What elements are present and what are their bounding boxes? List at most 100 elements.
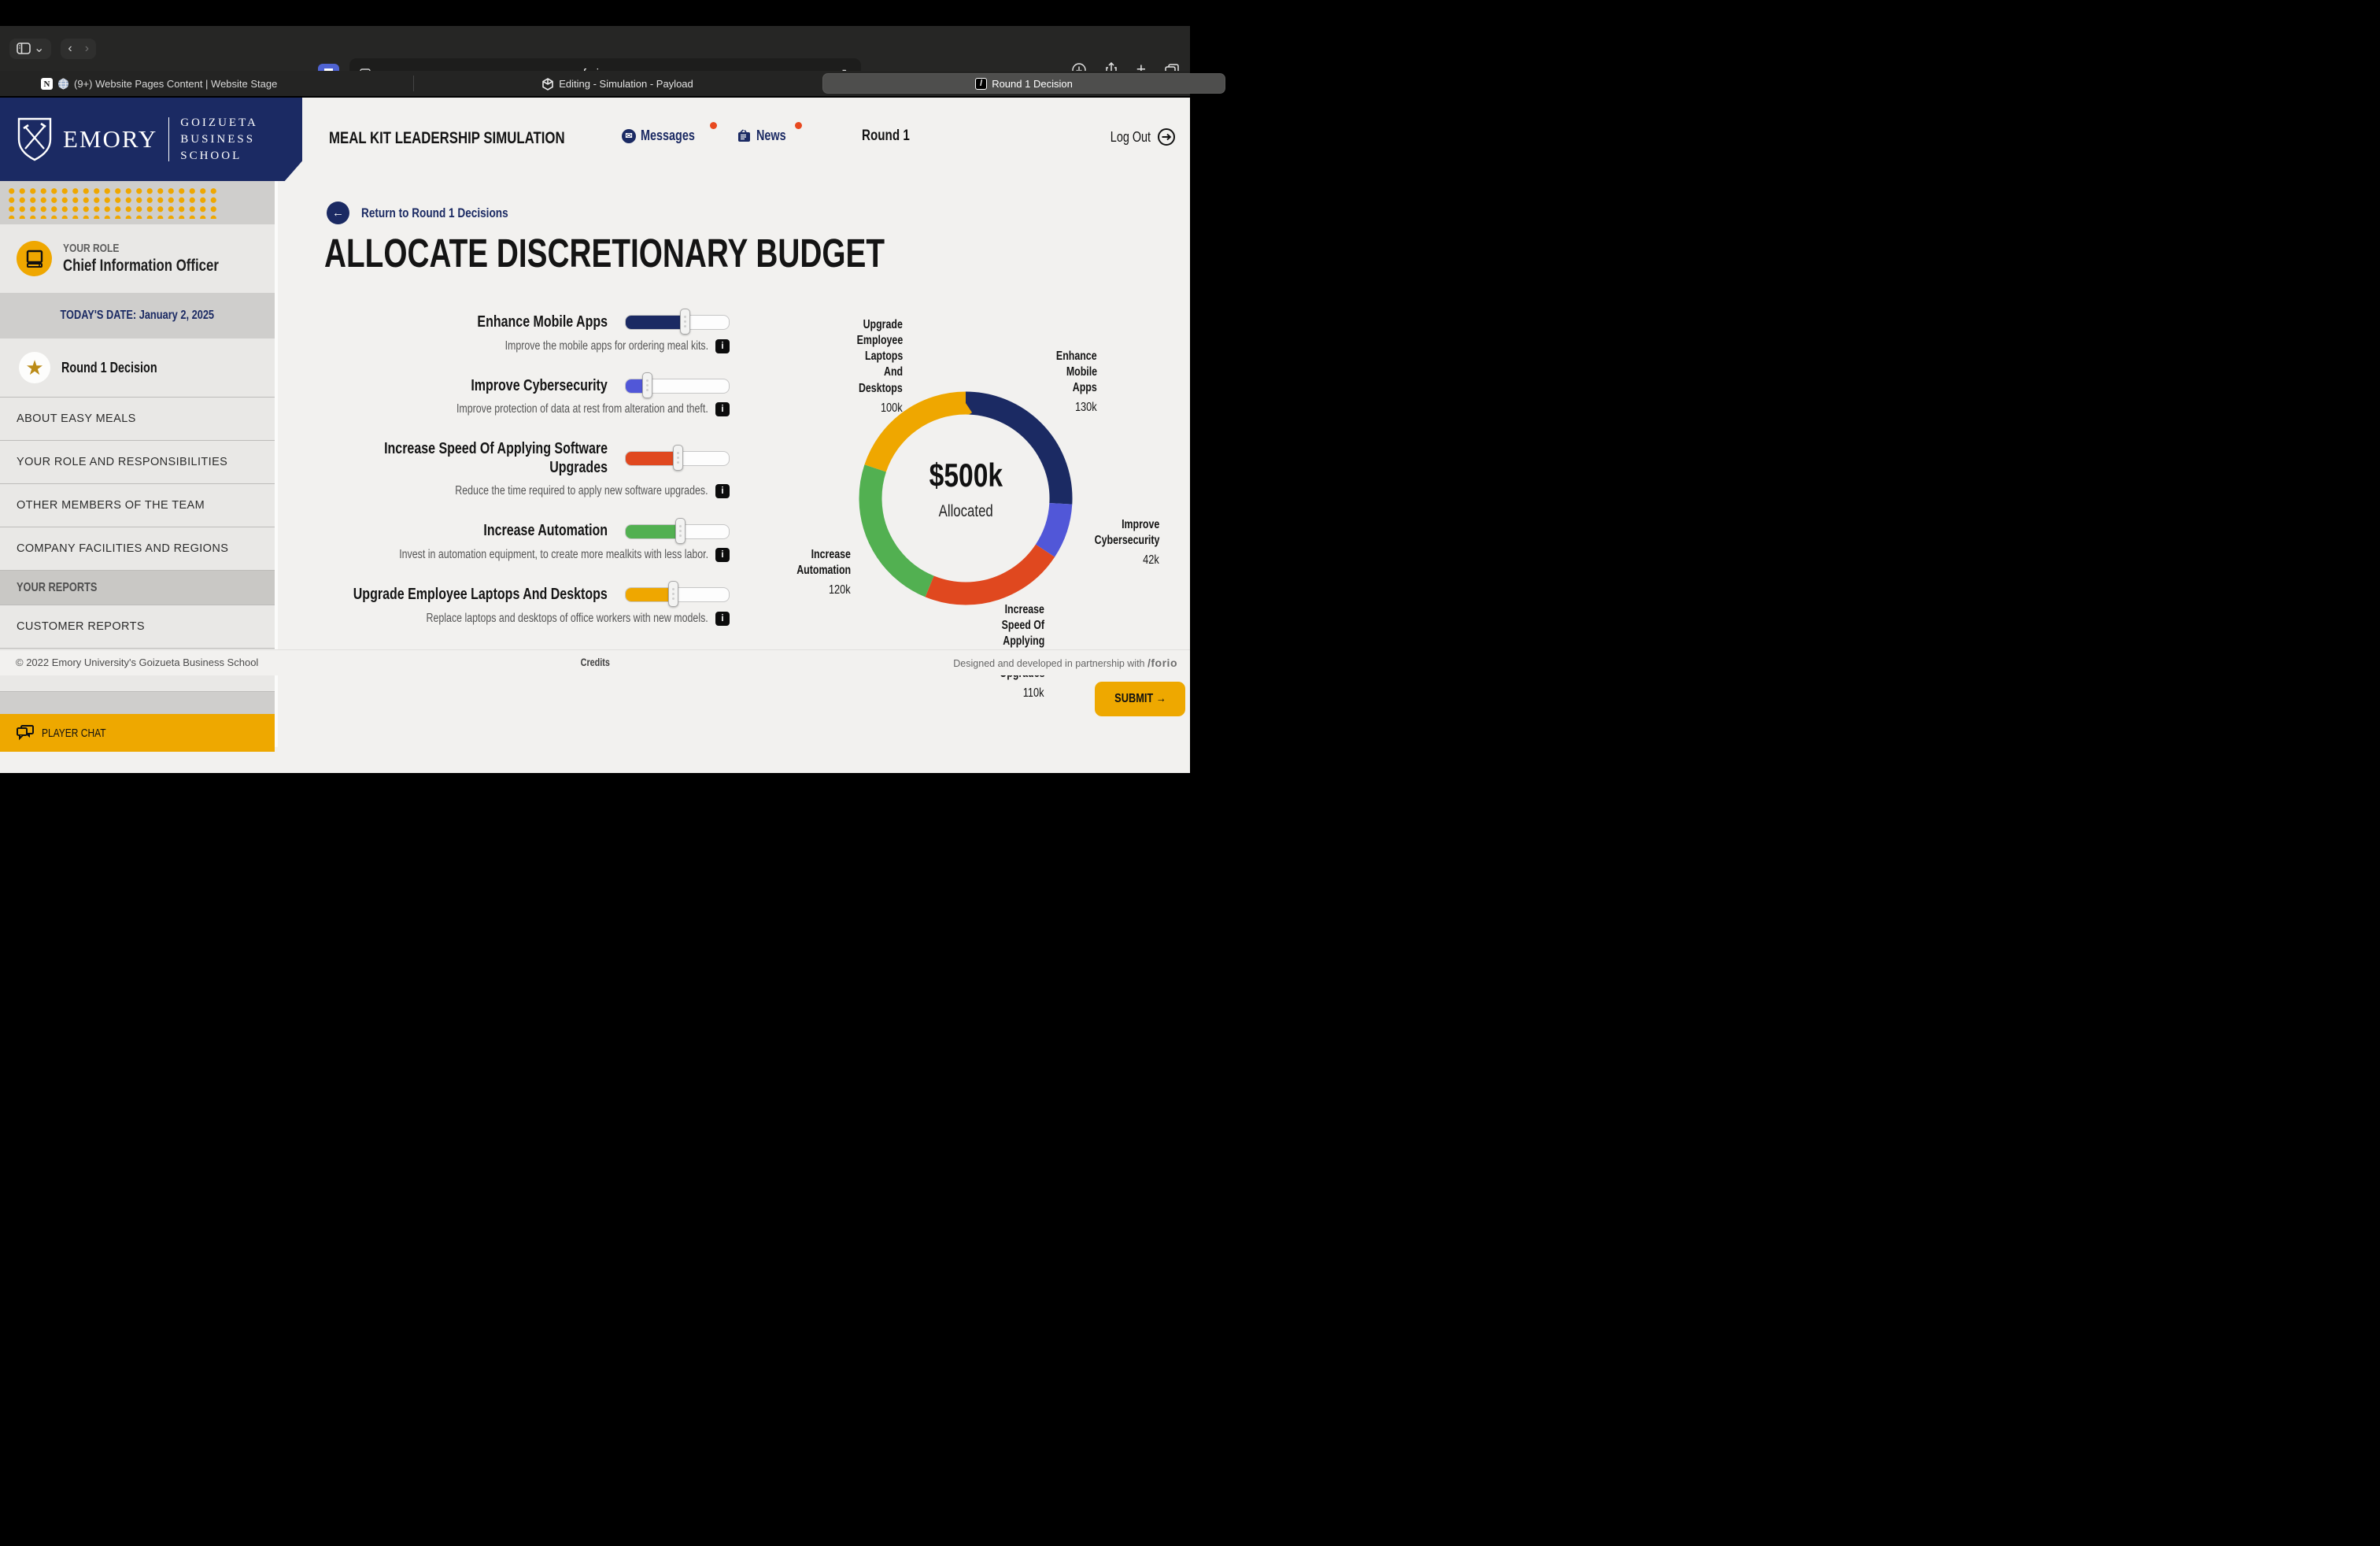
donut-center-text: $500k Allocated <box>871 457 1060 521</box>
tab-label: Editing - Simulation - Payload <box>559 78 693 90</box>
slider-label: Enhance Mobile Apps <box>297 313 608 332</box>
sidebar-item-company-facilities-and-regions[interactable]: COMPANY FACILITIES AND REGIONS <box>0 527 275 570</box>
emory-shield-icon <box>17 117 52 161</box>
news-icon <box>737 129 752 143</box>
info-icon[interactable]: i <box>715 612 730 626</box>
reports-section-heading: YOUR REPORTS <box>0 570 275 605</box>
tab-bar: N (9+) Website Pages Content | Website S… <box>0 71 1190 97</box>
app-title: MEAL KIT LEADERSHIP SIMULATION <box>329 129 624 148</box>
logo-divider <box>168 117 169 161</box>
info-icon[interactable]: i <box>715 484 730 498</box>
chart-label-improve-cybersecurity: ImproveCybersecurity42k <box>1033 517 1159 569</box>
back-button[interactable]: ‹ <box>68 43 72 55</box>
polka-dot-pattern <box>6 187 217 219</box>
browser-toolbar: ⌄ ‹ › forio.com ↻ + <box>0 26 1190 71</box>
page-footer: © 2022 Emory University's Goizueta Busin… <box>0 649 1190 675</box>
emory-wordmark: EMORY <box>63 125 157 153</box>
sidebar-item-customer-reports[interactable]: CUSTOMER REPORTS <box>0 605 275 648</box>
messages-icon: ✉ <box>622 129 636 143</box>
role-heading: YOUR ROLE <box>63 242 257 255</box>
logout-icon <box>1157 128 1176 146</box>
slider-label: Increase Automation <box>297 522 608 541</box>
slider-handle[interactable] <box>673 445 683 471</box>
emory-logo: EMORY GOIZUETA BUSINESS SCHOOL <box>0 98 302 181</box>
logout-button[interactable]: Log Out <box>1100 128 1176 146</box>
window-top-bar <box>0 0 1190 26</box>
sidebar-dots-band <box>0 181 275 224</box>
sidebar-spacer <box>0 691 275 714</box>
sidebar-item-about-easy-meals[interactable]: ABOUT EASY MEALS <box>0 397 275 440</box>
info-icon[interactable]: i <box>715 402 730 416</box>
slider-track[interactable] <box>625 315 730 330</box>
app-header: EMORY GOIZUETA BUSINESS SCHOOL MEAL KIT … <box>0 98 1190 181</box>
chart-label-upgrade-laptops: UpgradeEmployeeLaptopsAndDesktops100k <box>793 317 903 417</box>
news-button[interactable]: News <box>737 128 793 144</box>
history-nav-group: ‹ › <box>61 39 96 59</box>
sidebar-item-your-role-and-responsibilities[interactable]: YOUR ROLE AND RESPONSIBILITIES <box>0 440 275 483</box>
news-notification-badge <box>795 122 802 129</box>
chart-label-increase-automation: IncreaseAutomation120k <box>756 547 851 599</box>
submit-button[interactable]: SUBMIT → <box>1095 682 1185 716</box>
slider-fill <box>626 316 685 329</box>
goizueta-wordmark: GOIZUETA BUSINESS SCHOOL <box>180 115 258 165</box>
messages-notification-badge <box>710 122 717 129</box>
round-indicator: Round 1 <box>862 128 922 145</box>
sidebar-toggle-button[interactable]: ⌄ <box>9 39 51 59</box>
tab-separator <box>413 76 414 91</box>
slider-track[interactable] <box>625 379 730 394</box>
role-name: Chief Information Officer <box>63 257 257 276</box>
role-section: YOUR ROLE Chief Information Officer <box>0 224 275 293</box>
tab-website-pages[interactable]: N (9+) Website Pages Content | Website S… <box>41 71 277 97</box>
sidebar-item-other-members-of-the-team[interactable]: OTHER MEMBERS OF THE TEAM <box>0 483 275 527</box>
slider-description: Replace laptops and desktops of office w… <box>427 612 708 626</box>
slider-row-increase-speed-of-software-upgrades: Increase Speed Of Applying Software Upgr… <box>297 440 730 498</box>
tab-round-1-decision-active[interactable]: / Round 1 Decision <box>822 73 1225 94</box>
slider-label: Improve Cybersecurity <box>297 377 608 396</box>
slider-fill <box>626 525 680 538</box>
back-arrow-icon: ← <box>327 202 349 224</box>
chart-label-enhance-mobile-apps: EnhanceMobileApps130k <box>1003 349 1097 416</box>
slider-handle[interactable] <box>680 309 690 335</box>
tab-payload-editing[interactable]: Editing - Simulation - Payload <box>488 71 748 97</box>
globe-icon <box>57 78 69 90</box>
slider-description: Improve the mobile apps for ordering mea… <box>505 339 708 353</box>
player-chat-button[interactable]: PLAYER CHAT <box>0 714 275 752</box>
slider-handle[interactable] <box>668 581 678 607</box>
slider-description: Invest in automation equipment, to creat… <box>399 548 708 562</box>
slider-label: Increase Speed Of Applying Software Upgr… <box>297 440 608 477</box>
date-banner: TODAY'S DATE: January 2, 2025 <box>0 293 275 338</box>
allocated-label: Allocated <box>871 502 1060 521</box>
info-icon[interactable]: i <box>715 339 730 353</box>
slider-handle[interactable] <box>642 372 652 398</box>
slider-description: Reduce the time required to apply new so… <box>456 484 708 498</box>
tab-label: (9+) Website Pages Content | Website Sta… <box>74 78 277 90</box>
tab-label: Round 1 Decision <box>992 78 1073 90</box>
cio-computer-icon <box>17 241 52 276</box>
info-icon[interactable]: i <box>715 548 730 562</box>
page-title: ALLOCATE DISCRETIONARY BUDGET <box>324 230 1062 276</box>
slider-fill <box>626 452 678 465</box>
allocated-total: $500k <box>871 457 1060 494</box>
sidebar-item-round-1-decision[interactable]: ★ Round 1 Decision <box>0 338 275 397</box>
chat-bubbles-icon <box>17 725 34 741</box>
slider-row-upgrade-employee-laptops: Upgrade Employee Laptops And Desktops Re… <box>297 586 730 626</box>
slider-row-enhance-mobile-apps: Enhance Mobile Apps Improve the mobile a… <box>297 313 730 353</box>
messages-button[interactable]: ✉ Messages <box>622 128 708 144</box>
return-link[interactable]: ← Return to Round 1 Decisions <box>327 202 545 224</box>
slider-label: Upgrade Employee Laptops And Desktops <box>290 586 608 605</box>
slider-row-improve-cybersecurity: Improve Cybersecurity Improve protection… <box>297 377 730 417</box>
forio-favicon: / <box>975 78 987 90</box>
slider-fill <box>626 588 673 601</box>
forward-button[interactable]: › <box>85 43 89 55</box>
sidebar-icon <box>17 43 31 54</box>
budget-sliders: Enhance Mobile Apps Improve the mobile a… <box>297 313 730 649</box>
star-icon: ★ <box>19 352 50 383</box>
slider-handle[interactable] <box>675 518 686 544</box>
forio-logo: /forio <box>1148 656 1177 669</box>
slider-row-increase-automation: Increase Automation Invest in automation… <box>297 522 730 562</box>
chevron-down-icon: ⌄ <box>34 43 44 55</box>
slider-description: Improve protection of data at rest from … <box>456 402 708 416</box>
notion-icon: N <box>41 78 53 90</box>
partnership-text: Designed and developed in partnership wi… <box>953 656 1177 669</box>
payload-icon <box>542 78 553 91</box>
